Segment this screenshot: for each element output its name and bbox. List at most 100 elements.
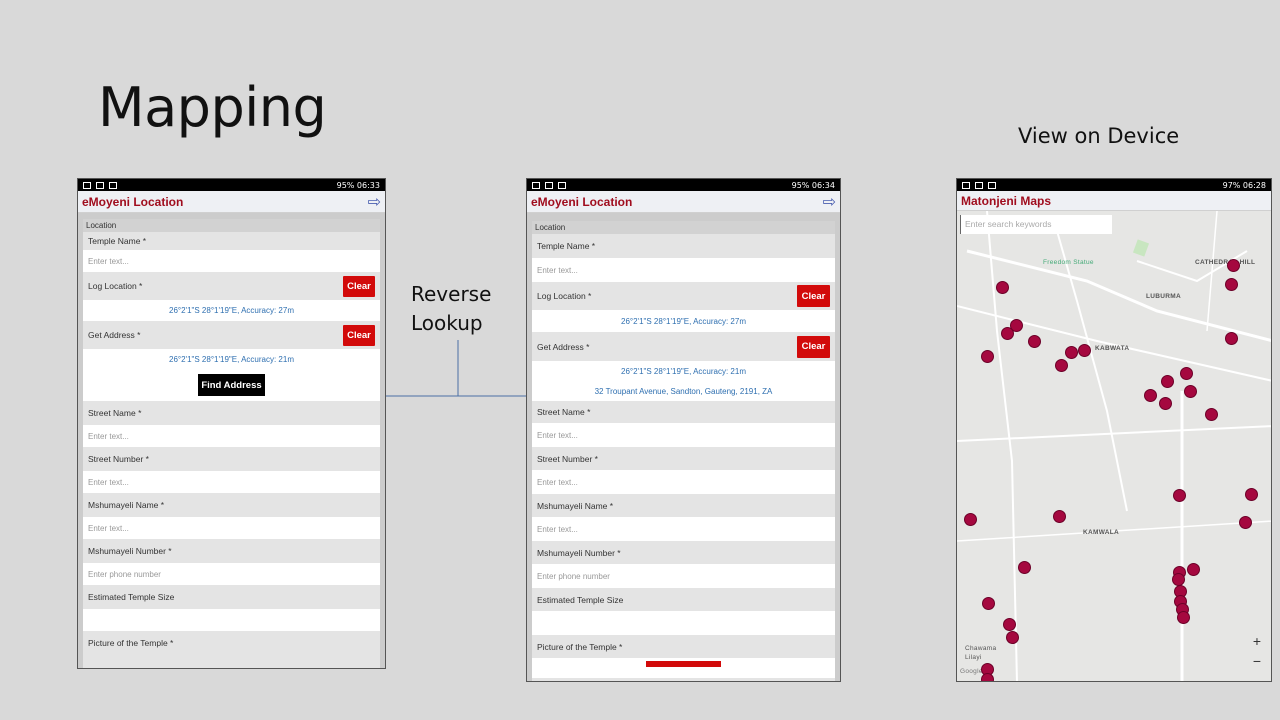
resolved-address-value: 32 Troupant Avenue, Sandton, Gauteng, 21… (532, 381, 835, 401)
map-marker[interactable] (1053, 510, 1066, 523)
map-marker[interactable] (1144, 389, 1157, 402)
app-bar: eMoyeni Location ⇨ (78, 191, 385, 213)
map-marker[interactable] (982, 597, 995, 610)
mshumayeli-number-label: Mshumayeli Number * (532, 541, 835, 564)
street-number-input[interactable]: Enter text... (532, 470, 835, 494)
get-address-block: 26°2'1"S 28°1'19"E, Accuracy: 21m Find A… (83, 349, 380, 401)
section-header: Location (532, 221, 835, 234)
log-location-value: 26°2'1"S 28°1'19"E, Accuracy: 27m (83, 300, 380, 321)
get-address-clear-button[interactable]: Clear (343, 324, 375, 346)
map-marker[interactable] (981, 673, 994, 681)
map-marker[interactable] (1245, 488, 1258, 501)
temple-size-input[interactable] (532, 611, 835, 635)
chawama-label: Chawama (965, 645, 997, 652)
map-marker[interactable] (1177, 611, 1190, 624)
map-marker[interactable] (1184, 385, 1197, 398)
street-name-label: Street Name * (532, 401, 835, 423)
map-marker[interactable] (1161, 375, 1174, 388)
phone-screen-2: 95% 06:34 eMoyeni Location ⇨ Location Te… (526, 178, 841, 682)
get-address-label: Get Address * (537, 341, 590, 352)
get-address-block: 26°2'1"S 28°1'19"E, Accuracy: 21m 32 Tro… (532, 361, 835, 401)
luburma-label: LUBURMA (1146, 293, 1181, 300)
phone-screen-3: 97% 06:28 Matonjeni Maps Enter search ke… (956, 178, 1272, 682)
get-address-value: 26°2'1"S 28°1'19"E, Accuracy: 21m (83, 349, 380, 369)
map-marker[interactable] (1006, 631, 1019, 644)
kabwata-label: KABWATA (1095, 345, 1130, 352)
temple-name-label: Temple Name * (532, 234, 835, 258)
log-location-clear-button[interactable]: Clear (797, 285, 830, 307)
mshumayeli-number-input[interactable]: Enter phone number (532, 564, 835, 588)
google-logo: Google (960, 668, 983, 675)
lilayi-label: Lilayi (965, 654, 982, 661)
forward-arrow-icon[interactable]: ⇨ (823, 192, 836, 212)
map-marker[interactable] (1055, 359, 1068, 372)
mshumayeli-number-input[interactable]: Enter phone number (83, 563, 380, 585)
map-marker[interactable] (1205, 408, 1218, 421)
status-text: 97% 06:28 (1222, 180, 1266, 190)
log-location-clear-button[interactable]: Clear (343, 275, 375, 297)
get-address-clear-button[interactable]: Clear (797, 335, 830, 358)
map-marker[interactable] (1173, 489, 1186, 502)
map-marker[interactable] (1172, 573, 1185, 586)
location-form: Location Temple Name * Enter text... Log… (83, 219, 380, 668)
get-address-row: Get Address * Clear (532, 332, 835, 361)
app-bar: Matonjeni Maps (957, 191, 1271, 211)
map-marker[interactable] (1159, 397, 1172, 410)
mshumayeli-name-input[interactable]: Enter text... (83, 517, 380, 539)
map-marker[interactable] (1001, 327, 1014, 340)
street-name-input[interactable]: Enter text... (83, 425, 380, 447)
map-marker[interactable] (964, 513, 977, 526)
mshumayeli-name-label: Mshumayeli Name * (83, 493, 380, 517)
mshumayeli-name-label: Mshumayeli Name * (532, 494, 835, 517)
temple-name-label: Temple Name * (83, 232, 380, 250)
map-marker[interactable] (1028, 335, 1041, 348)
zoom-out-button[interactable]: − (1253, 653, 1261, 669)
log-location-row: Log Location * Clear (532, 282, 835, 310)
temple-name-input[interactable]: Enter text... (83, 250, 380, 272)
mshumayeli-number-label: Mshumayeli Number * (83, 539, 380, 563)
map-marker[interactable] (1225, 278, 1238, 291)
forward-arrow-icon[interactable]: ⇨ (368, 192, 381, 212)
app-title: eMoyeni Location (531, 194, 633, 209)
get-address-label: Get Address * (88, 330, 141, 340)
map-marker[interactable] (981, 350, 994, 363)
map-marker[interactable] (1225, 332, 1238, 345)
section-header: Location (83, 219, 380, 232)
status-bar: 95% 06:33 (78, 179, 385, 191)
picture-label: Picture of the Temple * (532, 635, 835, 658)
log-location-row: Log Location * Clear (83, 272, 380, 300)
street-name-label: Street Name * (83, 401, 380, 425)
find-address-button[interactable]: Find Address (198, 374, 265, 396)
phone-screen-1: 95% 06:33 eMoyeni Location ⇨ Location Te… (77, 178, 386, 669)
map-marker[interactable] (1239, 516, 1252, 529)
cathedral-hill-label: CATHEDRAL HILL (1195, 259, 1256, 266)
status-bar: 97% 06:28 (957, 179, 1271, 191)
map-view[interactable]: Enter search keywords Freedom Statue CAT… (957, 211, 1271, 681)
temple-size-label: Estimated Temple Size (532, 588, 835, 611)
street-number-label: Street Number * (83, 447, 380, 471)
map-marker[interactable] (1180, 367, 1193, 380)
map-marker[interactable] (1227, 259, 1240, 272)
map-marker[interactable] (1078, 344, 1091, 357)
map-search-input[interactable]: Enter search keywords (960, 215, 1112, 234)
map-marker[interactable] (1065, 346, 1078, 359)
status-text: 95% 06:34 (791, 180, 835, 190)
temple-size-input[interactable] (83, 609, 380, 631)
app-title: Matonjeni Maps (961, 193, 1052, 208)
mshumayeli-name-input[interactable]: Enter text... (532, 517, 835, 541)
street-number-input[interactable]: Enter text... (83, 471, 380, 493)
log-location-value: 26°2'1"S 28°1'19"E, Accuracy: 27m (532, 310, 835, 332)
map-marker[interactable] (996, 281, 1009, 294)
log-location-label: Log Location * (537, 291, 592, 301)
street-name-input[interactable]: Enter text... (532, 423, 835, 447)
status-text: 95% 06:33 (336, 180, 380, 190)
zoom-in-button[interactable]: + (1253, 633, 1261, 649)
map-marker[interactable] (1187, 563, 1200, 576)
picture-button[interactable] (646, 661, 721, 667)
log-location-label: Log Location * (88, 281, 143, 291)
app-bar: eMoyeni Location ⇨ (527, 191, 840, 213)
temple-name-input[interactable]: Enter text... (532, 258, 835, 282)
map-marker[interactable] (1018, 561, 1031, 574)
notification-icons (532, 181, 566, 189)
map-marker[interactable] (1003, 618, 1016, 631)
